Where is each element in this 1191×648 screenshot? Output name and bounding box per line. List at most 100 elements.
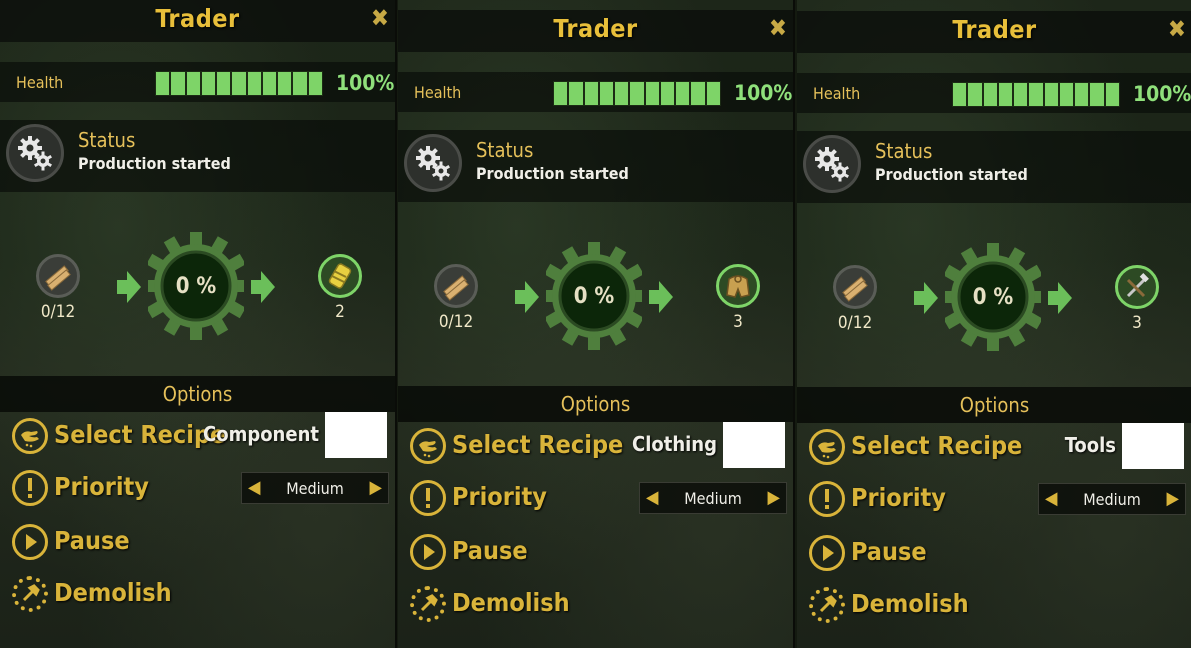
- priority-value: Medium: [286, 479, 344, 498]
- pause-label: Pause: [452, 536, 528, 565]
- priority-selector[interactable]: ◀ Medium ▶: [1038, 483, 1186, 515]
- production-flow: 0/12 0 % 3: [797, 233, 1191, 383]
- recipe-name: Clothing: [632, 432, 717, 456]
- priority-selector[interactable]: ◀ Medium ▶: [241, 472, 389, 504]
- gears-icon: [404, 134, 462, 192]
- priority-row: Priority: [12, 470, 212, 510]
- play-icon: [12, 524, 48, 560]
- health-segment: [171, 72, 185, 95]
- priority-increase-icon[interactable]: ▶: [370, 477, 382, 498]
- output-count: 2: [335, 302, 345, 322]
- status-text: Production started: [476, 164, 629, 183]
- options-header: Options: [0, 376, 395, 412]
- health-segment: [262, 72, 277, 95]
- progress-percent: 0 %: [573, 284, 615, 309]
- output-count: 3: [733, 312, 743, 332]
- health-segment: [247, 72, 261, 95]
- demolish-button[interactable]: Demolish: [410, 586, 590, 626]
- progress-percent: 0 %: [175, 274, 217, 299]
- close-icon[interactable]: ✖: [371, 4, 389, 32]
- trader-panel-clothing: Trader ✖ Health 100% Status Production s…: [398, 0, 795, 648]
- health-segment: [983, 83, 997, 106]
- health-bar: [155, 71, 323, 96]
- flow-arrow-left-head: [924, 282, 938, 314]
- priority-label: Priority: [54, 472, 149, 501]
- pause-button[interactable]: Pause: [410, 534, 570, 574]
- health-segment: [232, 72, 246, 95]
- priority-increase-icon[interactable]: ▶: [1167, 488, 1179, 509]
- flow-arrow-right-head: [1058, 282, 1072, 314]
- panel-title: Trader: [952, 15, 1037, 44]
- flow-arrow-right: [1048, 291, 1058, 305]
- health-segment: [1044, 83, 1058, 106]
- status-text: Production started: [875, 165, 1028, 184]
- status-title: Status: [476, 138, 534, 162]
- input-count: 0/12: [40, 302, 76, 322]
- demolish-gear-icon: [12, 576, 48, 612]
- health-segment: [691, 82, 705, 105]
- priority-value: Medium: [1083, 490, 1141, 509]
- select-recipe-label: Select Recipe: [851, 431, 1023, 460]
- panel-title: Trader: [553, 14, 638, 43]
- health-segment: [615, 82, 629, 105]
- recipe-selector-box[interactable]: [325, 412, 387, 458]
- health-segment: [217, 72, 231, 95]
- health-segment: [676, 82, 690, 105]
- flow-arrow-right: [649, 290, 659, 304]
- status-box: Status Production started: [797, 131, 1191, 203]
- gears-icon: [803, 135, 861, 193]
- health-segment: [1075, 83, 1089, 106]
- pause-label: Pause: [851, 537, 927, 566]
- health-bar: [952, 82, 1120, 107]
- select-recipe-button[interactable]: Select Recipe: [12, 418, 225, 458]
- recipe-name: Component: [203, 422, 319, 446]
- flow-arrow-left-head: [127, 271, 141, 303]
- demolish-button[interactable]: Demolish: [809, 587, 989, 627]
- flow-arrow-right: [251, 280, 261, 294]
- priority-increase-icon[interactable]: ▶: [768, 487, 780, 508]
- pause-button[interactable]: Pause: [809, 535, 969, 575]
- demolish-gear-icon: [410, 586, 446, 622]
- input-count: 0/12: [438, 312, 474, 332]
- demolish-label: Demolish: [851, 589, 969, 618]
- trader-panel-tools: Trader ✖ Health 100% Status Production s…: [797, 0, 1191, 648]
- health-segment: [1105, 83, 1119, 106]
- health-segment: [660, 82, 675, 105]
- demolish-button[interactable]: Demolish: [12, 576, 192, 616]
- health-segment: [156, 72, 170, 95]
- pause-label: Pause: [54, 526, 130, 555]
- health-segment: [1029, 83, 1043, 106]
- health-segment: [293, 72, 307, 95]
- production-flow: 0/12 0 % 3: [398, 232, 793, 382]
- health-percent: 100%: [734, 81, 793, 105]
- close-icon[interactable]: ✖: [769, 14, 787, 42]
- wood-icon: [434, 264, 478, 308]
- health-label: Health: [813, 84, 861, 103]
- health-segment: [998, 83, 1013, 106]
- health-percent: 100%: [336, 71, 395, 95]
- recipe-name: Tools: [1064, 433, 1116, 457]
- priority-selector[interactable]: ◀ Medium ▶: [639, 482, 787, 514]
- status-box: Status Production started: [0, 120, 395, 192]
- health-segment: [1014, 83, 1028, 106]
- health-segment: [1059, 83, 1074, 106]
- options-header: Options: [398, 386, 793, 422]
- exclamation-icon: [12, 470, 48, 506]
- input-count: 0/12: [837, 313, 873, 333]
- select-recipe-button[interactable]: Select Recipe: [809, 429, 1022, 469]
- select-recipe-button[interactable]: Select Recipe: [410, 428, 623, 468]
- trader-panel-component: Trader ✖ Health 100% Status Production s…: [0, 0, 397, 648]
- recipe-selector-box[interactable]: [1122, 423, 1184, 469]
- health-segment: [1090, 83, 1104, 106]
- priority-value: Medium: [684, 489, 742, 508]
- priority-label: Priority: [851, 483, 946, 512]
- hand-seed-icon: [410, 428, 446, 464]
- priority-label: Priority: [452, 482, 547, 511]
- health-row: Health 100%: [0, 62, 395, 102]
- close-icon[interactable]: ✖: [1168, 15, 1186, 43]
- hand-seed-icon: [12, 418, 48, 454]
- health-row: Health 100%: [398, 72, 793, 112]
- options-header: Options: [797, 387, 1191, 423]
- pause-button[interactable]: Pause: [12, 524, 172, 564]
- recipe-selector-box[interactable]: [723, 422, 785, 468]
